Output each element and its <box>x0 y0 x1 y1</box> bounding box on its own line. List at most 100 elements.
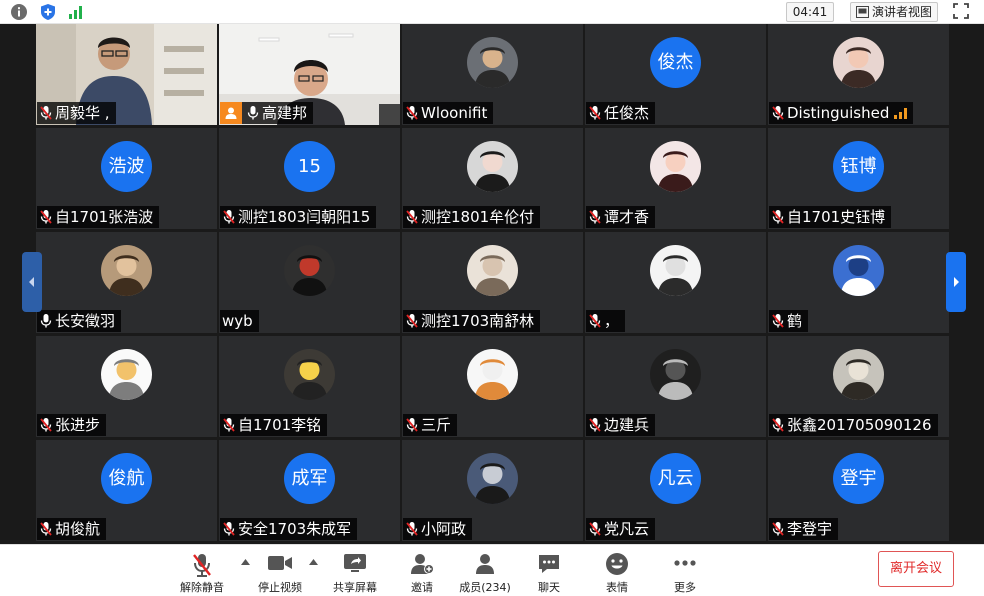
reactions-button[interactable]: 表情 <box>597 550 637 594</box>
participant-name: 周毅华 , <box>55 104 110 122</box>
host-badge-icon <box>220 102 242 124</box>
muted-mic-icon <box>40 418 52 432</box>
meeting-timer: 04:41 <box>786 2 834 22</box>
stop-video-button[interactable]: 停止视频 <box>250 550 310 594</box>
participant-name-bar: 自1701张浩波 <box>37 206 160 228</box>
participant-name: 谭才香 <box>604 208 650 226</box>
chat-label: 聊天 <box>538 581 560 594</box>
video-camera-icon <box>268 556 292 570</box>
mic-icon <box>40 314 52 328</box>
chat-button[interactable]: 聊天 <box>529 550 569 594</box>
participant-tile[interactable]: wyb <box>219 232 400 333</box>
participant-tile[interactable]: 钰博 自1701史钰博 <box>768 128 949 229</box>
participant-name: 自1701张浩波 <box>55 208 154 226</box>
participant-name: 李登宇 <box>787 520 833 538</box>
invite-button[interactable]: 邀请 <box>402 550 442 594</box>
participant-tile[interactable]: 浩波自1701张浩波 <box>36 128 217 229</box>
muted-mic-icon <box>406 106 418 120</box>
participant-name: Wloonifit <box>421 104 488 122</box>
members-button[interactable]: 成员(234) <box>456 550 514 594</box>
signal-strength-icon <box>894 107 908 119</box>
muted-mic-icon <box>589 418 601 432</box>
participant-tile[interactable]: 俊航 胡俊航 <box>36 440 217 541</box>
participant-name-bar: 安全1703朱成军 <box>220 518 358 540</box>
speaker-view-button[interactable]: 演讲者视图 <box>850 2 938 22</box>
participant-name-bar: 自1701史钰博 <box>769 206 892 228</box>
participant-name: 测控1803闫朝阳15 <box>238 208 371 226</box>
participant-tile[interactable]: 成军 安全1703朱成军 <box>219 440 400 541</box>
video-options-caret-icon[interactable] <box>309 559 318 565</box>
participant-avatar: 浩波 <box>101 141 152 192</box>
participant-tile[interactable]: Distinguished <box>768 24 949 125</box>
muted-mic-icon <box>406 210 418 224</box>
previous-page-button[interactable] <box>22 252 42 312</box>
share-screen-icon <box>344 554 366 572</box>
participant-tile[interactable]: 测控1703南舒林 <box>402 232 583 333</box>
participant-name: 三斤 <box>421 416 452 434</box>
participant-avatar: 15 <box>284 141 335 192</box>
meeting-toolbar: 解除静音 停止视频 共享屏幕 邀请 成员(234) 聊天 表情 更多 离开会议 <box>0 544 984 596</box>
share-screen-button[interactable]: 共享屏幕 <box>326 550 384 594</box>
members-icon <box>476 554 494 574</box>
participant-avatar <box>833 349 884 400</box>
participant-tile[interactable]: 边建兵 <box>585 336 766 437</box>
participant-tile[interactable]: 张进步 <box>36 336 217 437</box>
shield-icon[interactable] <box>39 3 57 21</box>
participant-tile[interactable]: 长安徵羽 <box>36 232 217 333</box>
muted-mic-icon <box>193 554 211 577</box>
participant-avatar <box>467 453 518 504</box>
participant-avatar: 登宇 <box>833 453 884 504</box>
participant-avatar <box>101 245 152 296</box>
participant-name: 张鑫201705090126 <box>787 416 932 434</box>
participant-name-bar: wyb <box>220 310 259 332</box>
more-dots-icon <box>674 560 696 566</box>
participant-name-bar: 测控1801牟伦付 <box>403 206 541 228</box>
participant-tile[interactable]: 凡云党凡云 <box>585 440 766 541</box>
more-button[interactable]: 更多 <box>665 550 705 594</box>
participant-tile[interactable]: 鹤 <box>768 232 949 333</box>
participant-tile[interactable]: 登宇 李登宇 <box>768 440 949 541</box>
participant-tile[interactable]: 高建邦 <box>219 24 400 125</box>
participant-name: 长安徵羽 <box>55 312 116 330</box>
participant-tile[interactable]: 15 测控1803闫朝阳15 <box>219 128 400 229</box>
next-page-button[interactable] <box>946 252 966 312</box>
participant-tile[interactable]: Wloonifit <box>402 24 583 125</box>
participant-avatar <box>833 37 884 88</box>
muted-mic-icon <box>223 418 235 432</box>
participant-name-bar: 高建邦 <box>220 102 314 124</box>
participant-name-bar: 李登宇 <box>769 518 839 540</box>
unmute-button[interactable]: 解除静音 <box>172 550 232 594</box>
muted-mic-icon <box>772 210 784 224</box>
participant-name-bar: 三斤 <box>403 414 458 436</box>
participant-name: 自1701李铭 <box>238 416 322 434</box>
participant-tile[interactable]: 自1701李铭 <box>219 336 400 437</box>
mic-icon <box>247 106 259 120</box>
chevron-left-icon <box>29 277 34 287</box>
fullscreen-icon[interactable] <box>953 3 969 19</box>
participant-name-bar: 胡俊航 <box>37 518 107 540</box>
signal-icon[interactable] <box>67 3 85 21</box>
participant-avatar <box>467 37 518 88</box>
info-icon[interactable] <box>10 3 28 21</box>
participant-avatar: 凡云 <box>650 453 701 504</box>
participant-name: 边建兵 <box>604 416 650 434</box>
participant-name-bar: 谭才香 <box>586 206 656 228</box>
participant-avatar: 俊杰 <box>650 37 701 88</box>
muted-mic-icon <box>406 522 418 536</box>
video-stage: 周毅华 , 高建邦 Wloonifit 俊杰 任俊杰 Distinguished 浩波自17… <box>0 24 984 544</box>
audio-options-caret-icon[interactable] <box>241 559 250 565</box>
muted-mic-icon <box>589 314 601 328</box>
participant-avatar <box>650 245 701 296</box>
participant-tile[interactable]: 周毅华 , <box>36 24 217 125</box>
participant-name-bar: 党凡云 <box>586 518 656 540</box>
participant-tile[interactable]: 测控1801牟伦付 <box>402 128 583 229</box>
participant-tile[interactable]: 三斤 <box>402 336 583 437</box>
muted-mic-icon <box>223 522 235 536</box>
participant-tile[interactable]: 俊杰 任俊杰 <box>585 24 766 125</box>
participant-tile[interactable]: ， <box>585 232 766 333</box>
participant-tile[interactable]: 谭才香 <box>585 128 766 229</box>
participant-name: 张进步 <box>55 416 101 434</box>
participant-tile[interactable]: 张鑫201705090126 <box>768 336 949 437</box>
leave-meeting-button[interactable]: 离开会议 <box>878 551 954 587</box>
participant-tile[interactable]: 小阿政 <box>402 440 583 541</box>
